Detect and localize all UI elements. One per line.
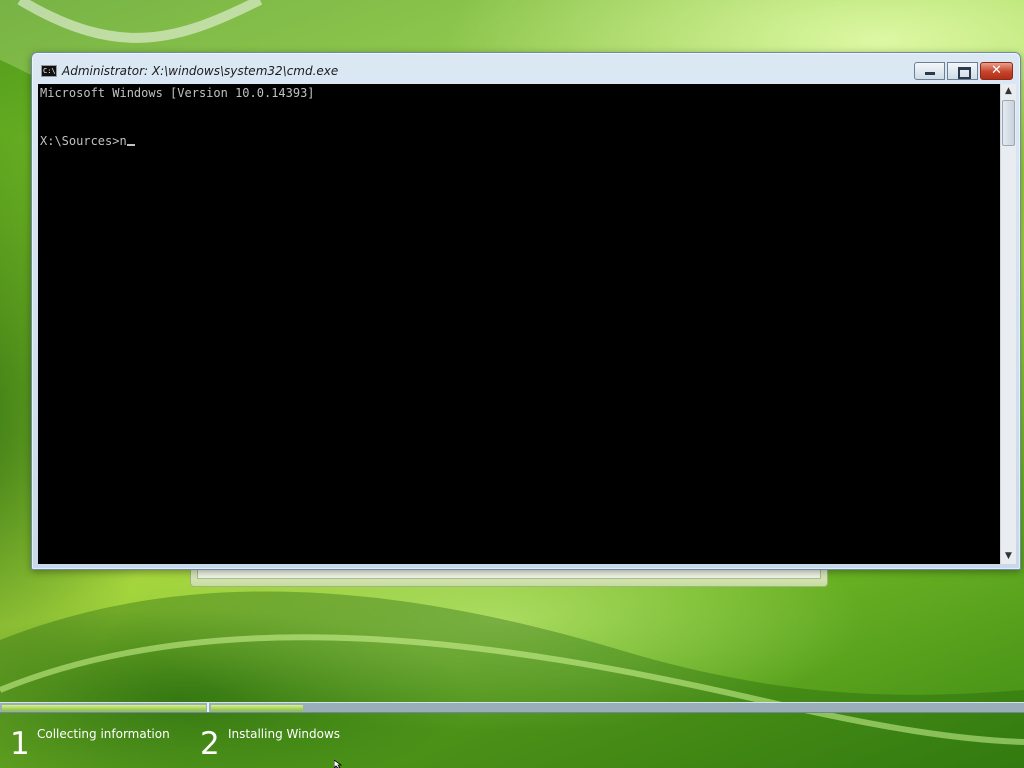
console-version-line: Microsoft Windows [Version 10.0.14393] <box>40 86 315 100</box>
step-label: Collecting information <box>37 727 170 741</box>
console-output[interactable]: Microsoft Windows [Version 10.0.14393] X… <box>38 84 1000 564</box>
setup-dialog-background <box>190 569 828 587</box>
cmd-icon[interactable]: C:\ <box>41 65 57 77</box>
setup-progress-bar <box>0 702 1024 713</box>
maximize-icon <box>948 63 977 79</box>
scroll-down-arrow-icon[interactable]: ▼ <box>1001 549 1016 564</box>
step-label: Installing Windows <box>228 727 341 741</box>
close-button[interactable]: ✕ <box>980 62 1013 80</box>
console-prompt-line[interactable]: X:\Sources>n <box>40 133 135 149</box>
progress-divider <box>207 703 209 712</box>
vertical-scrollbar[interactable]: ▲ ▼ <box>1000 84 1016 564</box>
maximize-button[interactable] <box>947 62 978 80</box>
prompt-text: X:\Sources>n <box>40 134 127 148</box>
step-number: 1 <box>10 726 30 762</box>
window-title: Administrator: X:\windows\system32\cmd.e… <box>62 64 339 78</box>
progress-step-2-fill <box>211 705 303 711</box>
minimize-icon <box>915 63 944 79</box>
progress-step-1-fill <box>2 705 206 711</box>
text-cursor <box>126 144 135 146</box>
scroll-up-arrow-icon[interactable]: ▲ <box>1001 84 1016 99</box>
cmd-window[interactable]: C:\ Administrator: X:\windows\system32\c… <box>31 52 1021 570</box>
setup-dialog-inner-frame <box>197 569 821 579</box>
step-number: 2 <box>200 726 220 762</box>
close-icon: ✕ <box>991 63 1002 78</box>
mouse-pointer-icon <box>334 760 343 768</box>
scroll-thumb[interactable] <box>1002 100 1015 146</box>
title-bar[interactable]: C:\ Administrator: X:\windows\system32\c… <box>32 53 1020 85</box>
minimize-button[interactable] <box>914 62 945 80</box>
